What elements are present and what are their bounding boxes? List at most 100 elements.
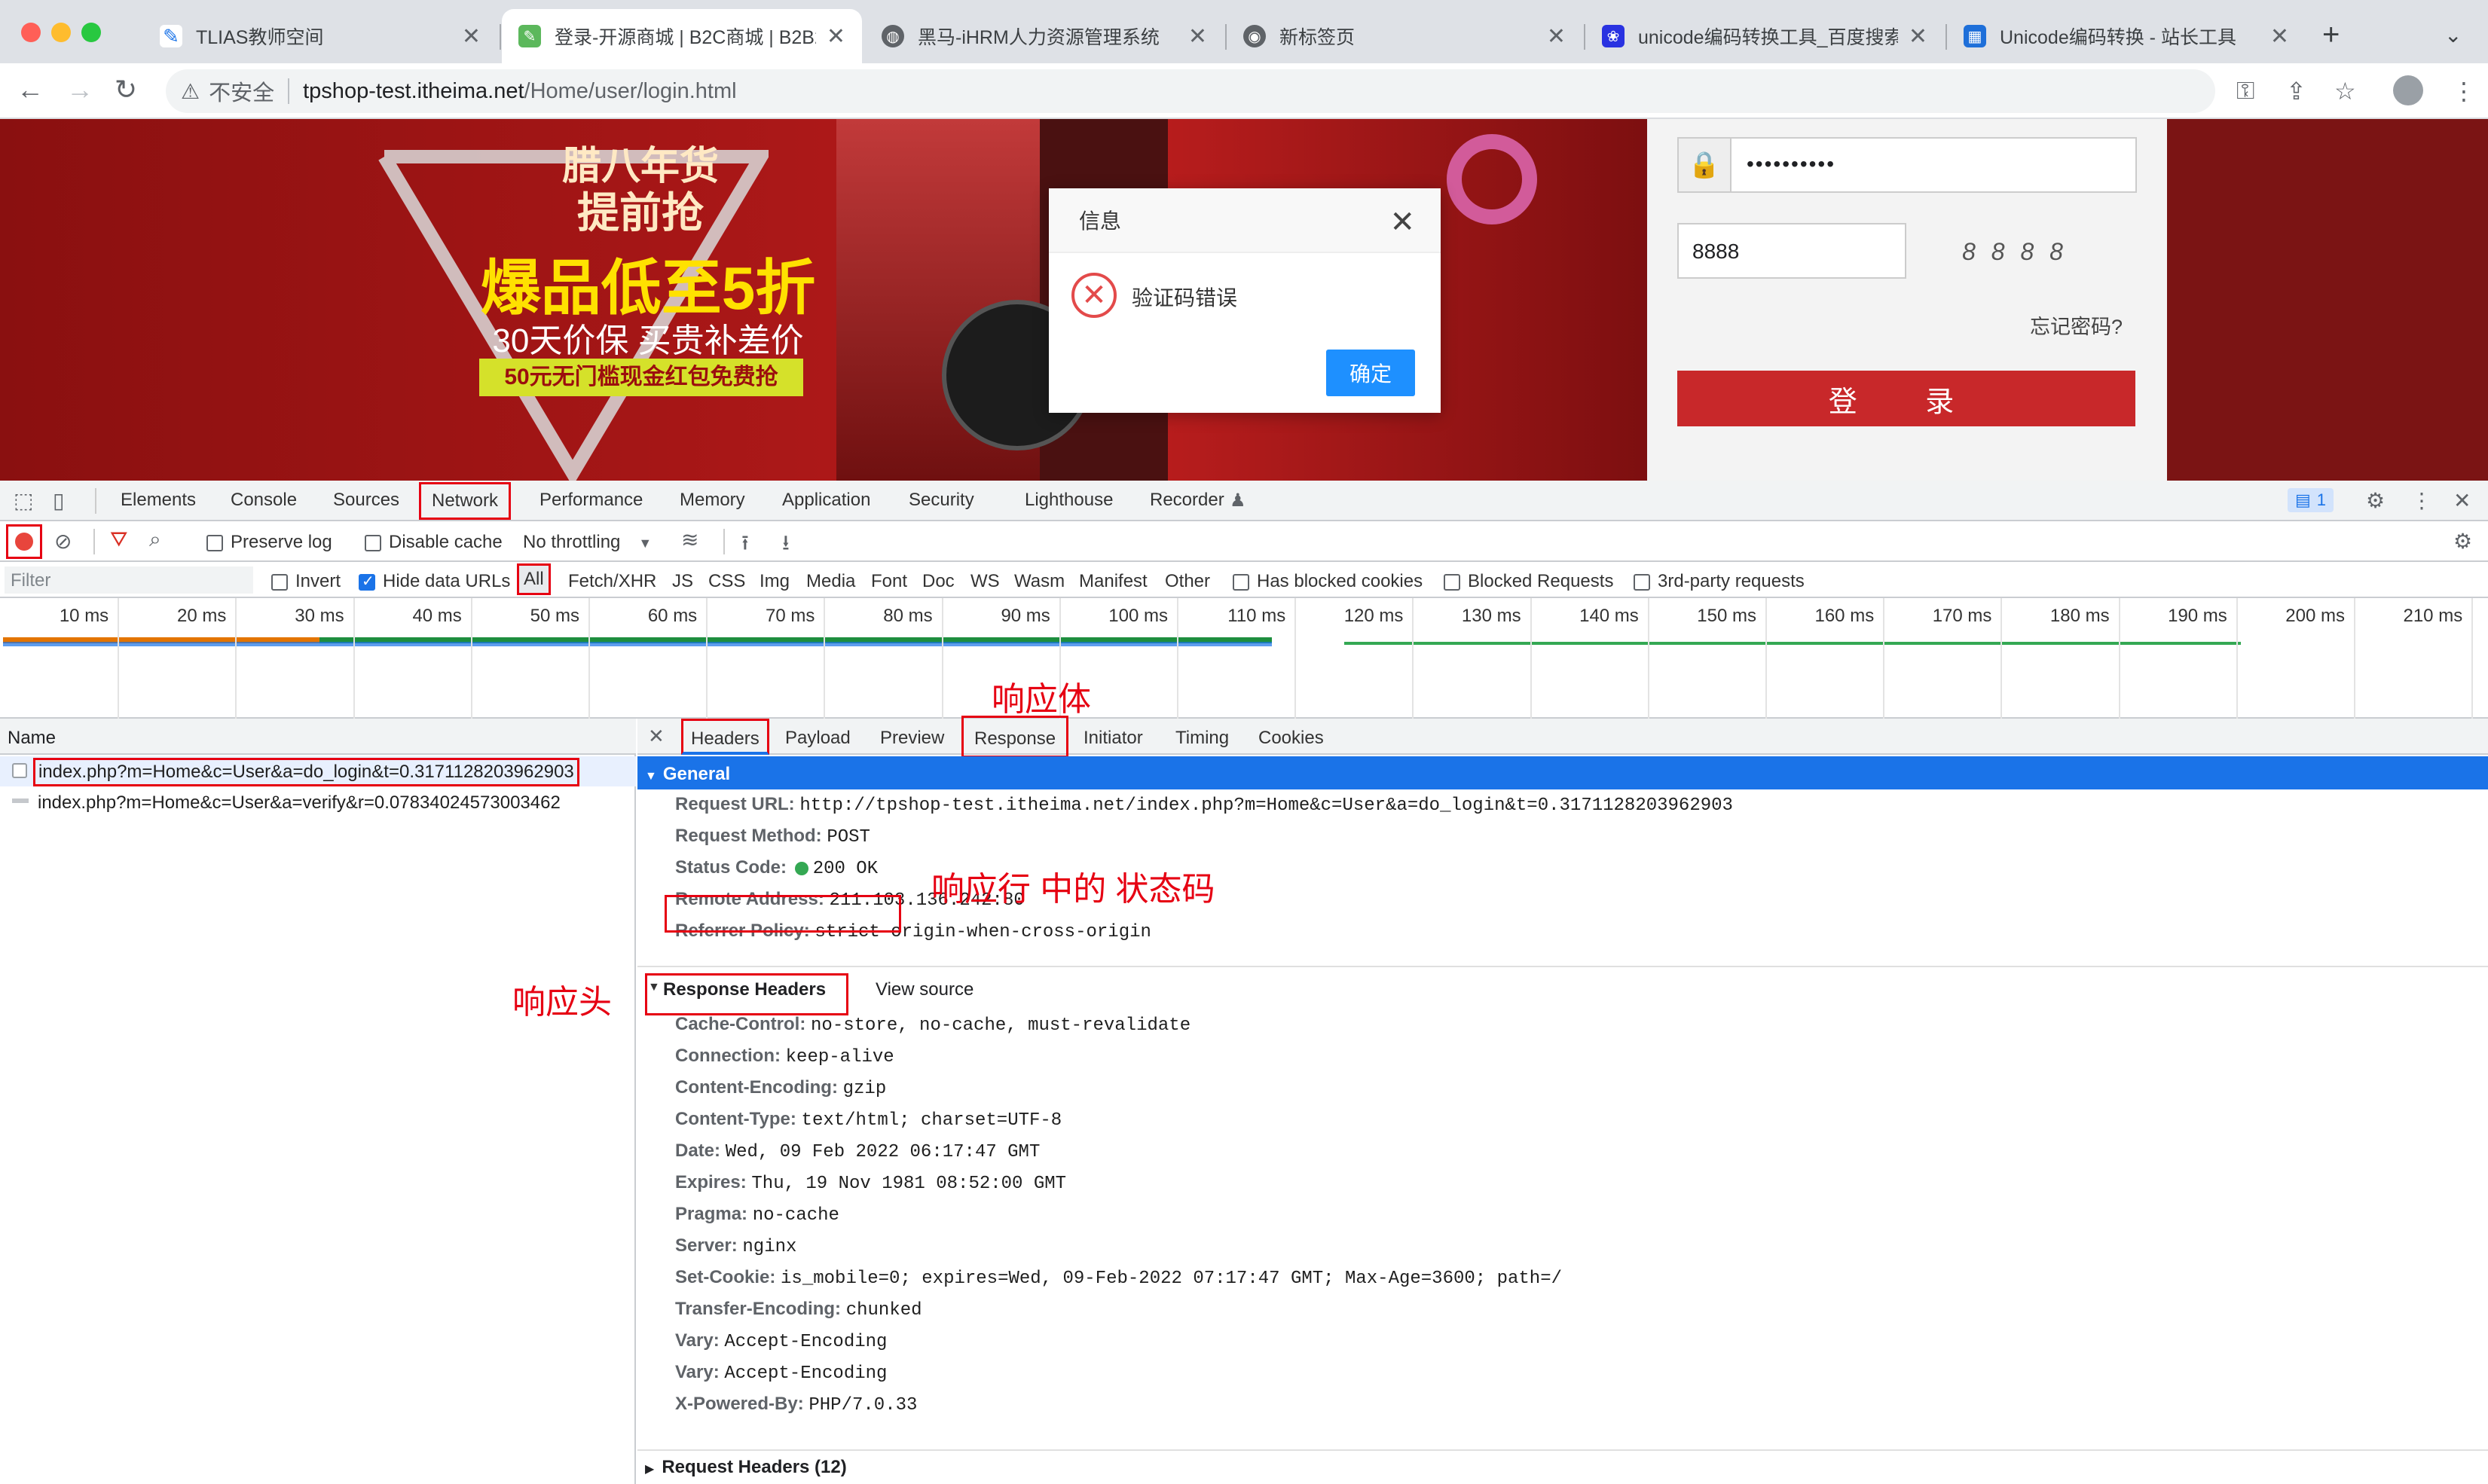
tab-headers[interactable]: Headers [681, 719, 769, 755]
tab-preview[interactable]: Preview [880, 728, 944, 749]
security-label[interactable]: 不安全 [209, 75, 274, 107]
type-filter-media[interactable]: Media [806, 571, 855, 592]
browser-tab-active[interactable]: ✎ 登录-开源商城 | B2C商城 | B2B2 ✕ [502, 9, 862, 63]
key-icon[interactable]: ⚿ [2236, 77, 2254, 105]
inspect-element-icon[interactable]: ⬚ [14, 488, 33, 513]
minimize-window-icon[interactable] [51, 23, 71, 42]
header-value[interactable]: Thu, 19 Nov 1981 08:52:00 GMT [751, 1174, 1066, 1194]
gear-icon[interactable]: ⚙ [2366, 488, 2385, 513]
tab-recorder[interactable]: Recorder [1150, 481, 1224, 520]
forward-arrow-icon[interactable]: → [66, 74, 93, 105]
tab-search-chevron-icon[interactable]: ⌄ [2444, 23, 2462, 47]
type-filter-font[interactable]: Font [871, 571, 907, 592]
header-value[interactable]: PHP/7.0.33 [808, 1395, 917, 1415]
kebab-menu-icon[interactable]: ⋮ [2411, 488, 2432, 513]
type-filter-ws[interactable]: WS [970, 571, 1000, 592]
tab-memory[interactable]: Memory [680, 481, 745, 520]
hide-data-urls-checkbox[interactable]: Hide data URLs [359, 571, 510, 592]
invert-checkbox[interactable]: Invert [271, 571, 341, 592]
third-party-checkbox[interactable]: 3rd-party requests [1634, 571, 1805, 592]
browser-tab[interactable]: ◍ 黑马-iHRM人力资源管理系统 ✕ [865, 9, 1224, 63]
bookmark-star-icon[interactable]: ☆ [2334, 77, 2356, 105]
tab-initiator[interactable]: Initiator [1084, 728, 1143, 749]
overview-timeline[interactable]: 10 ms 20 ms 30 ms 40 ms 50 ms 60 ms 70 ms 80 ms… [0, 598, 2488, 719]
header-value[interactable]: Wed, 09 Feb 2022 06:17:47 GMT [726, 1142, 1041, 1162]
header-value[interactable]: no-cache [753, 1205, 839, 1226]
close-window-icon[interactable] [21, 23, 41, 42]
type-filter-all[interactable]: All [517, 563, 551, 595]
close-tab-icon[interactable]: ✕ [1188, 23, 1207, 50]
type-filter-manifest[interactable]: Manifest [1079, 571, 1148, 592]
filter-input[interactable]: Filter [5, 566, 253, 594]
kebab-menu-icon[interactable]: ⋮ [2452, 77, 2476, 105]
tab-lighthouse[interactable]: Lighthouse [1025, 481, 1113, 520]
header-value[interactable]: Accept-Encoding [724, 1332, 887, 1352]
close-tab-icon[interactable]: ✕ [1547, 23, 1566, 50]
preserve-log-checkbox[interactable]: Preserve log [206, 532, 332, 553]
gear-icon[interactable]: ⚙ [2453, 529, 2472, 554]
tab-console[interactable]: Console [231, 481, 297, 520]
type-filter-js[interactable]: JS [672, 571, 693, 592]
blocked-requests-checkbox[interactable]: Blocked Requests [1444, 571, 1613, 592]
tab-network[interactable]: Network [419, 482, 512, 520]
type-filter-img[interactable]: Img [760, 571, 790, 592]
name-column-header[interactable]: Name [0, 719, 636, 755]
header-value[interactable]: chunked [846, 1300, 922, 1321]
header-value[interactable]: gzip [843, 1079, 887, 1099]
header-value[interactable]: no-store, no-cache, must-revalidate [811, 1015, 1191, 1036]
captcha-image[interactable]: 8 8 8 8 [1939, 223, 2090, 280]
tab-sources[interactable]: Sources [333, 481, 399, 520]
filter-funnel-icon[interactable]: ⛛ [110, 527, 128, 552]
back-arrow-icon[interactable]: ← [17, 74, 44, 105]
tab-security[interactable]: Security [909, 481, 974, 520]
login-button[interactable]: 登 录 [1677, 371, 2135, 426]
close-tab-icon[interactable]: ✕ [462, 23, 481, 50]
browser-tab[interactable]: ▦ Unicode编码转换 - 站长工具 ✕ [1947, 9, 2306, 63]
maximize-window-icon[interactable] [81, 23, 101, 42]
issues-badge[interactable]: ▤ 1 [2288, 488, 2334, 512]
header-value[interactable]: keep-alive [786, 1047, 894, 1067]
view-source-link[interactable]: View source [876, 979, 973, 1000]
browser-tab[interactable]: ◉ 新标签页 ✕ [1227, 9, 1582, 63]
close-tab-icon[interactable]: ✕ [827, 23, 845, 50]
type-filter-css[interactable]: CSS [708, 571, 745, 592]
general-section-header[interactable]: ▼ General [637, 756, 2488, 789]
type-filter-fetch-xhr[interactable]: Fetch/XHR [568, 571, 656, 592]
tab-application[interactable]: Application [782, 481, 870, 520]
throttling-select[interactable]: No throttling ▼ [523, 532, 652, 553]
share-icon[interactable]: ⇪ [2286, 77, 2306, 105]
browser-tab[interactable]: ✎ TLIAS教师空间 ✕ [143, 9, 497, 63]
browser-tab[interactable]: ❀ unicode编码转换工具_百度搜索 ✕ [1585, 9, 1944, 63]
disable-cache-checkbox[interactable]: Disable cache [365, 532, 503, 553]
close-icon[interactable]: ✕ [1389, 205, 1415, 240]
request-row-selected[interactable]: index.php?m=Home&c=User&a=do_login&t=0.3… [0, 756, 636, 786]
tab-cookies[interactable]: Cookies [1258, 728, 1324, 749]
search-icon[interactable]: ⌕ [149, 527, 161, 552]
upload-icon[interactable]: ⭱ [741, 527, 749, 563]
close-tab-icon[interactable]: ✕ [1909, 23, 1927, 50]
type-filter-wasm[interactable]: Wasm [1014, 571, 1065, 592]
network-conditions-icon[interactable]: ≋ [681, 527, 698, 552]
password-field[interactable]: 🔒 •••••••••• [1677, 137, 2137, 193]
new-tab-icon[interactable]: + [2322, 18, 2340, 52]
header-value[interactable]: http://tpshop-test.itheima.net/index.php… [799, 795, 1733, 816]
tab-payload[interactable]: Payload [785, 728, 851, 749]
close-icon[interactable]: ✕ [648, 725, 665, 748]
type-filter-other[interactable]: Other [1165, 571, 1210, 592]
profile-avatar-icon[interactable] [2393, 75, 2423, 105]
header-value[interactable]: text/html; charset=UTF-8 [802, 1110, 1062, 1131]
tab-elements[interactable]: Elements [121, 481, 196, 520]
has-blocked-cookies-checkbox[interactable]: Has blocked cookies [1233, 571, 1423, 592]
address-bar[interactable]: ⚠ 不安全 tpshop-test.itheima.net/Home/user/… [166, 69, 2215, 113]
close-tab-icon[interactable]: ✕ [2270, 23, 2289, 50]
tab-response[interactable]: Response [961, 716, 1069, 758]
request-headers-section-header[interactable]: ▶ Request Headers (12) [645, 1457, 847, 1478]
tab-timing[interactable]: Timing [1175, 728, 1229, 749]
header-value[interactable]: Accept-Encoding [724, 1363, 887, 1384]
type-filter-doc[interactable]: Doc [922, 571, 955, 592]
header-value[interactable]: nginx [742, 1237, 796, 1257]
ok-button[interactable]: 确定 [1326, 350, 1415, 396]
captcha-input[interactable]: 8888 [1677, 223, 1906, 279]
clear-icon[interactable]: ⊘ [54, 529, 72, 554]
tab-performance[interactable]: Performance [539, 481, 643, 520]
